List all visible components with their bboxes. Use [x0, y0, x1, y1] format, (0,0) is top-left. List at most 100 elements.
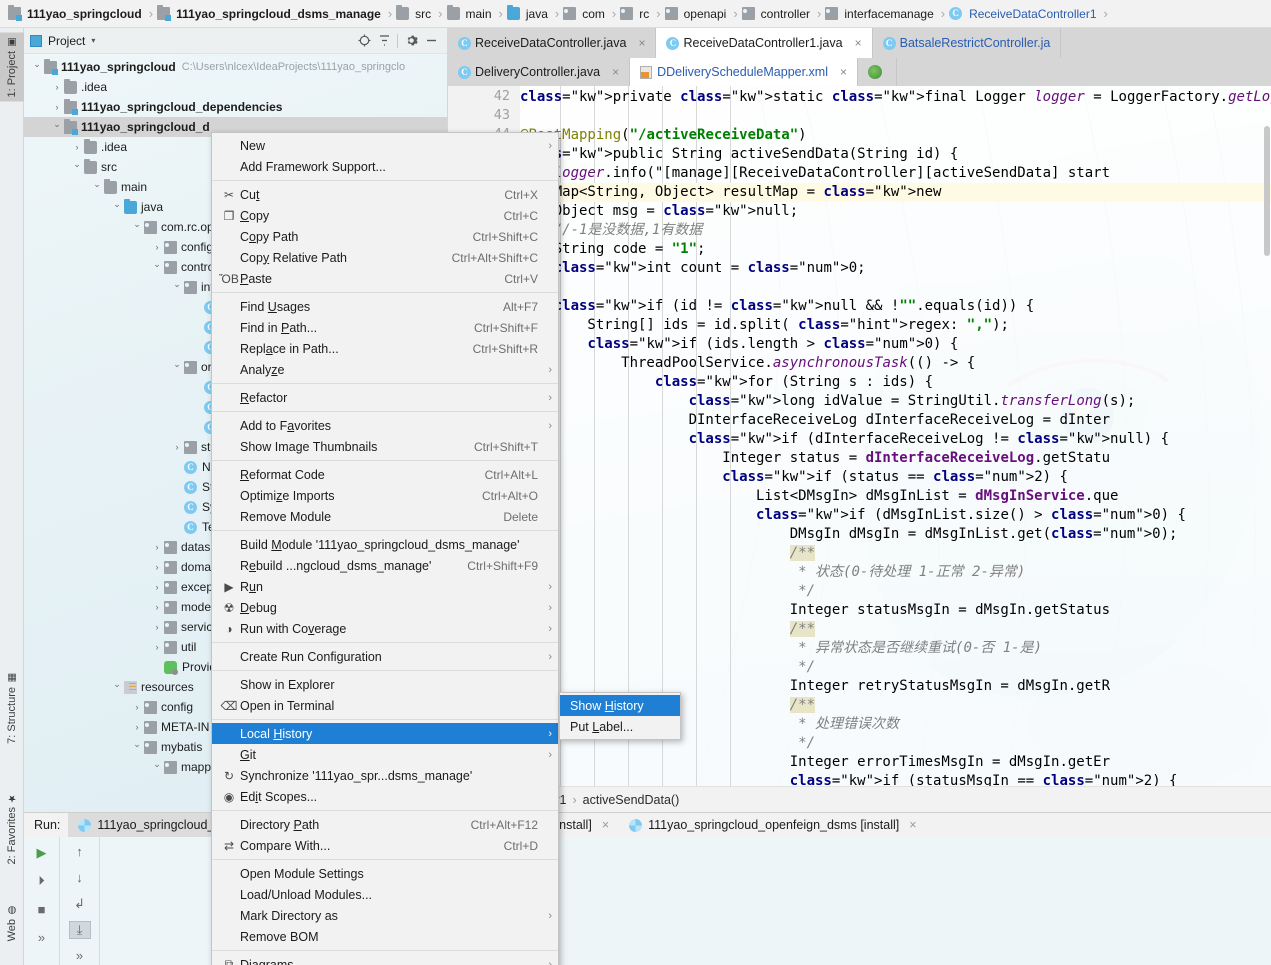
menu-item-directory-path[interactable]: Directory Path Ctrl+Alt+F12: [212, 814, 558, 835]
locate-icon[interactable]: [354, 31, 374, 51]
breadcrumb-item-src[interactable]: src: [394, 2, 436, 26]
menu-item-analyze[interactable]: Analyze ›: [212, 359, 558, 380]
menu-item-open-module-settings[interactable]: Open Module Settings: [212, 863, 558, 884]
breadcrumb-item-com[interactable]: com: [561, 2, 610, 26]
tree-toggle-expanded-icon[interactable]: [170, 282, 184, 293]
editor-tab-row-2[interactable]: C DeliveryController.java × DDeliverySchedu…: [448, 58, 1271, 86]
tree-toggle-expanded-icon[interactable]: [150, 262, 164, 273]
editor-tab-ddeliveryschedulemapper-xml[interactable]: DDeliveryScheduleMapper.xml ×: [630, 58, 858, 86]
hide-panel-icon[interactable]: [421, 31, 441, 51]
tree-toggle-collapsed-icon[interactable]: [70, 142, 84, 152]
tree-toggle-expanded-icon[interactable]: [130, 742, 144, 753]
breadcrumb-item-rc[interactable]: rc: [618, 2, 654, 26]
menu-item-copy[interactable]: ❐ Copy Ctrl+C: [212, 205, 558, 226]
code-editor[interactable]: 424344 class="kw">private class="kw">sta…: [448, 86, 1271, 786]
local-history-submenu[interactable]: Show History Put Label...: [559, 692, 681, 740]
tree-node[interactable]: 111yao_springcloud C:\Users\nlcex\IdeaPro…: [24, 57, 447, 77]
menu-item-cut[interactable]: ✂ Cut Ctrl+X: [212, 184, 558, 205]
tree-toggle-collapsed-icon[interactable]: [150, 562, 164, 572]
soft-wrap-icon[interactable]: ↲: [69, 895, 91, 913]
menu-item-copy-relative-path[interactable]: Copy Relative Path Ctrl+Alt+Shift+C: [212, 247, 558, 268]
menu-item-load-unload-modules[interactable]: Load/Unload Modules...: [212, 884, 558, 905]
editor-breadcrumb-item[interactable]: activeSendData(): [583, 793, 680, 807]
editor-tab-row-1[interactable]: C ReceiveDataController.java × C ReceiveData…: [448, 28, 1271, 58]
run-toolbar-right[interactable]: ↑ ↓ ↲ ⤓ »: [60, 837, 100, 965]
tool-window-tab-2-favorites[interactable]: 2: Favorites ★: [0, 788, 24, 868]
tree-toggle-collapsed-icon[interactable]: [50, 82, 64, 92]
expand-more-icon[interactable]: »: [31, 927, 53, 947]
menu-item-rebuild-ngcloud-dsms-manage[interactable]: Rebuild ...ngcloud_dsms_manage' Ctrl+Shif…: [212, 555, 558, 576]
menu-item-compare-with[interactable]: ⇄ Compare With... Ctrl+D: [212, 835, 558, 856]
menu-item-synchronize-111yao-spr-dsms-manage[interactable]: ↻ Synchronize '111yao_spr...dsms_manage': [212, 765, 558, 786]
rerun-icon[interactable]: ▶: [31, 843, 53, 863]
submenu-item-put-label[interactable]: Put Label...: [560, 716, 680, 737]
menu-item-refactor[interactable]: Refactor ›: [212, 387, 558, 408]
breadcrumb-item-controller[interactable]: controller: [740, 2, 815, 26]
run-tab-111yao-springcloud-[interactable]: 111yao_springcloud_: [68, 813, 225, 837]
tree-toggle-expanded-icon[interactable]: [50, 122, 64, 133]
code-text-area[interactable]: class="kw">private class="kw">static cla…: [520, 86, 1271, 786]
close-icon[interactable]: ×: [909, 818, 916, 832]
tree-toggle-expanded-icon[interactable]: [110, 682, 124, 693]
tree-node[interactable]: 111yao_springcloud_dependencies: [24, 97, 447, 117]
editor-tab-receivedatacontroller-java[interactable]: C ReceiveDataController.java ×: [448, 28, 657, 58]
menu-item-git[interactable]: Git ›: [212, 744, 558, 765]
collapse-all-icon[interactable]: [374, 31, 394, 51]
menu-item-copy-path[interactable]: Copy Path Ctrl+Shift+C: [212, 226, 558, 247]
run-toolbar-left[interactable]: ▶ ⏵ ■ »: [24, 837, 60, 965]
close-icon[interactable]: ×: [602, 818, 609, 832]
tree-toggle-collapsed-icon[interactable]: [150, 242, 164, 252]
menu-item-debug[interactable]: ☢ Debug ›: [212, 597, 558, 618]
menu-item-diagrams[interactable]: ⧉ Diagrams ›: [212, 954, 558, 965]
menu-item-local-history[interactable]: Local History ›: [212, 723, 558, 744]
breadcrumb-item-receivedatacontroller1[interactable]: C ReceiveDataController1: [947, 2, 1101, 26]
tree-toggle-expanded-icon[interactable]: [170, 362, 184, 373]
down-icon[interactable]: ↓: [69, 869, 91, 887]
menu-item-add-framework-support[interactable]: Add Framework Support...: [212, 156, 558, 177]
up-icon[interactable]: ↑: [69, 843, 91, 861]
expand-more2-icon[interactable]: »: [69, 947, 91, 965]
close-icon[interactable]: ×: [612, 65, 619, 79]
menu-item-mark-directory-as[interactable]: Mark Directory as ›: [212, 905, 558, 926]
menu-item-find-in-path[interactable]: Find in Path... Ctrl+Shift+F: [212, 317, 558, 338]
menu-item-run-with-coverage[interactable]: ◑ Run with Coverage ›: [212, 618, 558, 639]
menu-item-run[interactable]: ▶ Run ›: [212, 576, 558, 597]
chevron-down-icon[interactable]: ▾: [91, 36, 95, 45]
tool-window-tab-1-project[interactable]: 1: Project ▣: [0, 32, 24, 102]
rerun-failed-icon[interactable]: ⏵: [31, 871, 53, 891]
tree-toggle-collapsed-icon[interactable]: [130, 722, 144, 732]
run-tab-111yao-springcloud-openfeign-dsms-install-[interactable]: 111yao_springcloud_openfeign_dsms [insta…: [619, 813, 926, 837]
menu-item-optimize-imports[interactable]: Optimize Imports Ctrl+Alt+O: [212, 485, 558, 506]
menu-item-replace-in-path[interactable]: Replace in Path... Ctrl+Shift+R: [212, 338, 558, 359]
breadcrumb-item-111yao-springcloud[interactable]: 111yao_springcloud: [6, 2, 147, 26]
tree-toggle-collapsed-icon[interactable]: [150, 582, 164, 592]
menu-item-add-to-favorites[interactable]: Add to Favorites ›: [212, 415, 558, 436]
tool-window-tab-web[interactable]: Web ◍: [0, 900, 24, 945]
editor-tab-batsalerestrictcontroller-ja[interactable]: C BatsaleRestrictController.ja: [872, 28, 1062, 58]
editor-vertical-scrollbar[interactable]: [1263, 86, 1271, 786]
tree-toggle-expanded-icon[interactable]: [90, 182, 104, 193]
menu-item-remove-module[interactable]: Remove Module Delete: [212, 506, 558, 527]
menu-item-edit-scopes[interactable]: ◉ Edit Scopes...: [212, 786, 558, 807]
menu-item-show-image-thumbnails[interactable]: Show Image Thumbnails Ctrl+Shift+T: [212, 436, 558, 457]
breadcrumb-item-main[interactable]: main: [445, 2, 497, 26]
tree-node[interactable]: .idea: [24, 77, 447, 97]
close-icon[interactable]: ×: [638, 36, 645, 50]
close-icon[interactable]: ×: [840, 65, 847, 79]
tree-toggle-collapsed-icon[interactable]: [130, 702, 144, 712]
breadcrumb-item-openapi[interactable]: openapi: [663, 2, 732, 26]
stop-icon[interactable]: ■: [31, 899, 53, 919]
project-context-menu[interactable]: New › Add Framework Support... ✂ Cut Ctrl+X ❐ C…: [211, 132, 559, 965]
tree-toggle-expanded-icon[interactable]: [150, 762, 164, 773]
editor-tab-leaf[interactable]: [858, 58, 897, 86]
breadcrumb-item-interfacemanage[interactable]: interfacemanage: [823, 2, 938, 26]
menu-item-new[interactable]: New ›: [212, 135, 558, 156]
close-icon[interactable]: ×: [855, 36, 862, 50]
menu-item-open-in-terminal[interactable]: ⌫ Open in Terminal: [212, 695, 558, 716]
tree-toggle-collapsed-icon[interactable]: [150, 622, 164, 632]
tree-toggle-collapsed-icon[interactable]: [170, 442, 184, 452]
menu-item-remove-bom[interactable]: Remove BOM: [212, 926, 558, 947]
menu-item-build-module-111yao-springcloud-dsms-manage[interactable]: Build Module '111yao_springcloud_dsms_ma…: [212, 534, 558, 555]
editor-tab-receivedatacontroller1-java[interactable]: C ReceiveDataController1.java ×: [656, 28, 873, 58]
tree-toggle-expanded-icon[interactable]: [110, 202, 124, 213]
